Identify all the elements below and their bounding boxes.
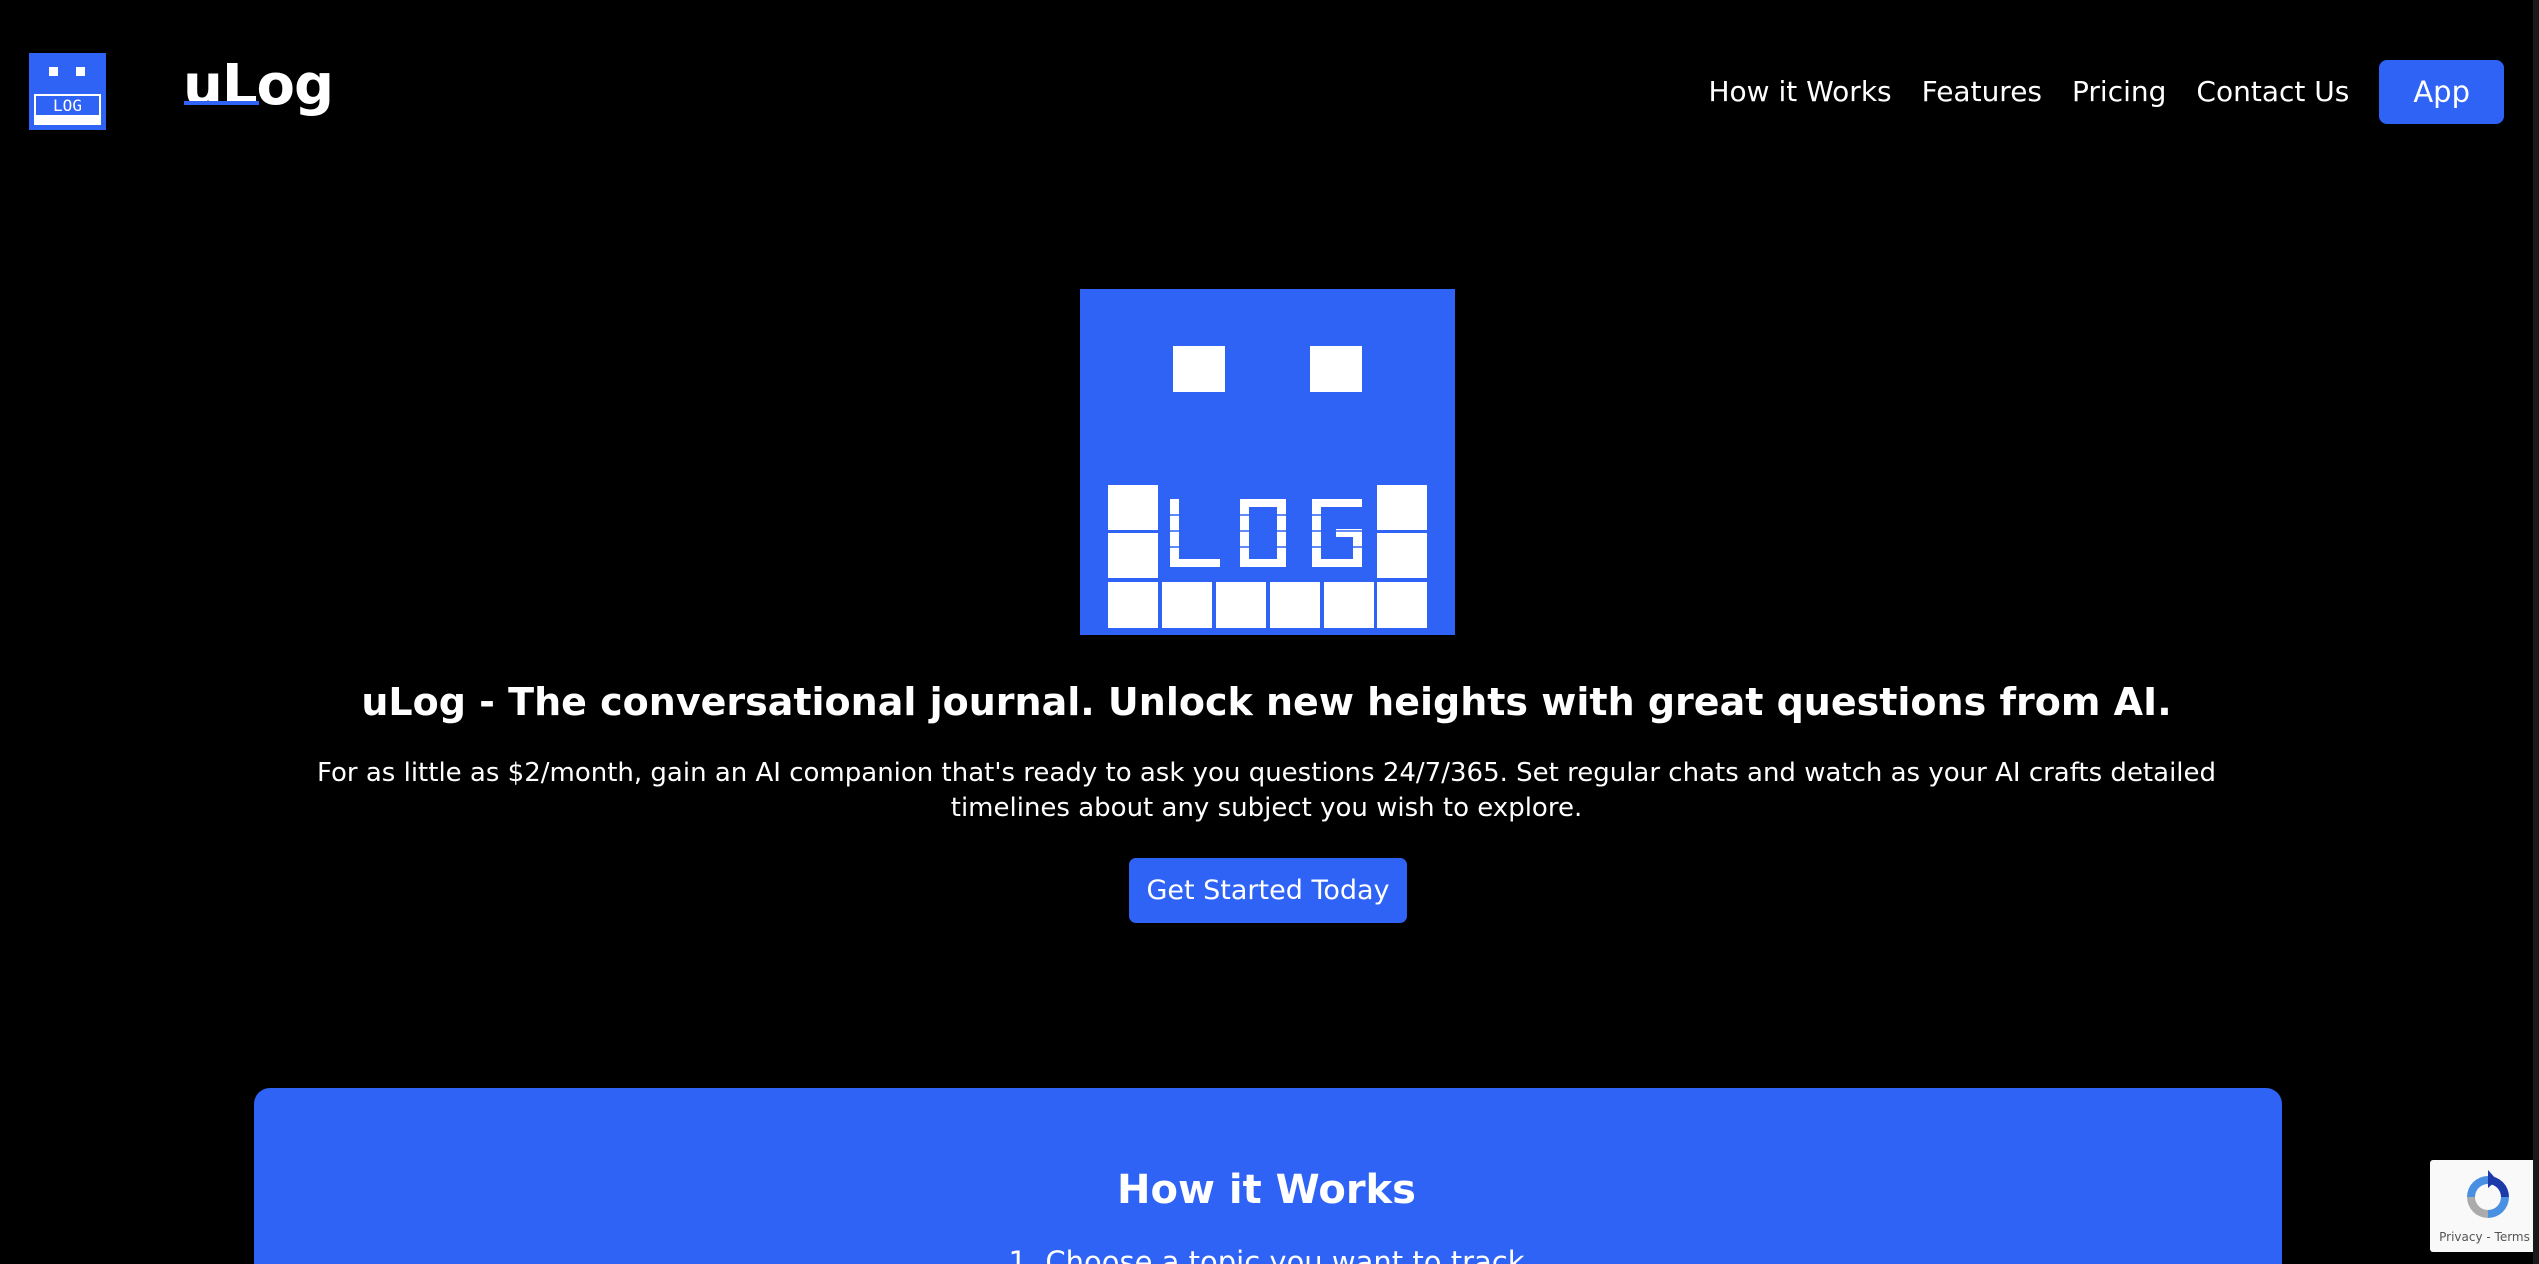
page-scrollbar[interactable] [2533,0,2539,1264]
hero-subtitle: For as little as $2/month, gain an AI co… [316,758,2217,823]
recaptcha-terms-link[interactable]: Terms [2495,1230,2530,1244]
nav-pricing[interactable]: Pricing [2072,60,2166,124]
brand-name[interactable]: uLog [183,48,334,124]
nav-features[interactable]: Features [1922,60,2042,124]
ulog-robot-logo-icon[interactable]: LOG [29,53,106,130]
hero-title: uLog - The conversational journal. Unloc… [361,680,2172,724]
site-header: LOG uLog How it Works Features Pricing C… [0,0,2533,180]
recaptcha-separator: - [2482,1230,2495,1244]
hero-robot-logo-icon [1080,289,1455,635]
recaptcha-links: Privacy - Terms [2430,1230,2539,1244]
brand-underline [184,101,259,105]
app-button[interactable]: App [2379,60,2504,124]
recaptcha-icon [2467,1170,2509,1218]
main-nav: How it Works Features Pricing Contact Us… [1708,60,2504,124]
recaptcha-badge[interactable]: Privacy - Terms [2430,1160,2539,1252]
page: LOG uLog How it Works Features Pricing C… [0,0,2539,1264]
nav-contact-us[interactable]: Contact Us [2196,60,2349,124]
logo-text: LOG [53,96,82,115]
get-started-button[interactable]: Get Started Today [1129,858,1407,923]
nav-how-it-works[interactable]: How it Works [1708,60,1891,124]
how-it-works-title: How it Works [1117,1167,1416,1213]
recaptcha-privacy-link[interactable]: Privacy [2439,1230,2482,1244]
how-it-works-step: 1. Choose a topic you want to track [1008,1245,1525,1264]
